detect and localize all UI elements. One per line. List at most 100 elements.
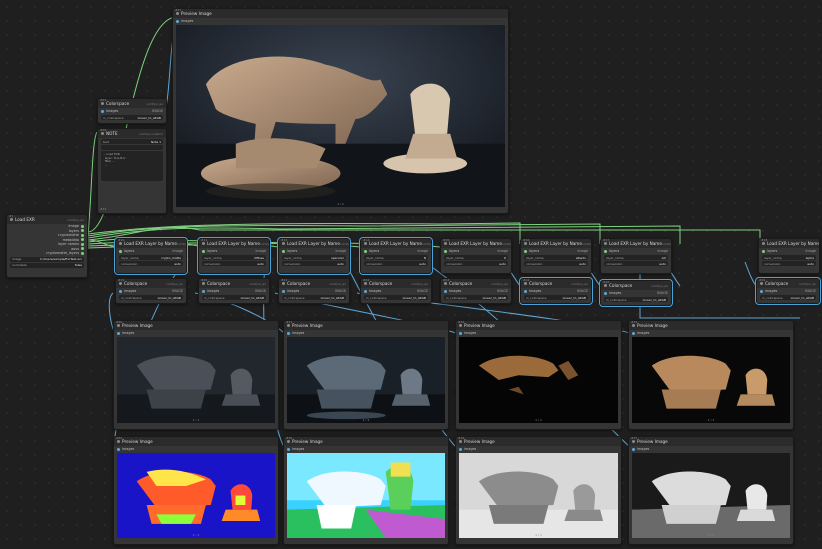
colorspace-dropdown[interactable]: in_colorspace Linear_to_sRGB — [444, 295, 508, 300]
collapse-dot-icon[interactable] — [202, 242, 205, 245]
preview-image-node-top[interactable]: #27 Preview Image images 1 / 1 — [172, 8, 509, 214]
collapse-dot-icon[interactable] — [119, 282, 122, 285]
node-header[interactable]: Preview Image — [456, 321, 621, 330]
layer-name-widget[interactable]: layer_name specular — [282, 255, 346, 260]
node-header[interactable]: Load EXR Layer by Namecomfyui_ex — [759, 239, 819, 248]
node-header[interactable]: Load EXR comfyui_ex — [7, 215, 87, 224]
conversion-widget[interactable]: conversion auto — [444, 261, 508, 266]
output-socket-icon[interactable] — [81, 251, 84, 255]
node-header[interactable]: Load EXR Layer by Namecomfyui_ex — [199, 239, 269, 248]
collapse-dot-icon[interactable] — [524, 242, 527, 245]
collapse-dot-icon[interactable] — [364, 282, 367, 285]
input-socket-icon[interactable] — [119, 289, 122, 293]
input-socket-icon[interactable] — [632, 331, 635, 335]
load-exr-layer-node[interactable]: #18Load EXR Layer by Namecomfyui_exlayer… — [758, 238, 820, 274]
node-header[interactable]: Colorspace comfyui_ex — [98, 99, 166, 108]
collapse-dot-icon[interactable] — [604, 284, 607, 287]
load-exr-layer-node[interactable]: #17Load EXR Layer by Namecomfyui_exlayer… — [600, 238, 672, 274]
collapse-dot-icon[interactable] — [202, 282, 205, 285]
colorspace-node[interactable]: #28 Colorspace comfyui_ex images IMAGE in_col… — [599, 279, 673, 307]
input-socket-icon[interactable] — [364, 289, 367, 293]
output-socket-icon[interactable] — [81, 247, 84, 251]
normalize-toggle[interactable]: normalize false — [10, 262, 84, 268]
input-socket-icon[interactable] — [444, 289, 447, 293]
input-socket-icon[interactable] — [202, 289, 205, 293]
conversion-widget[interactable]: conversion auto — [762, 261, 816, 266]
collapse-dot-icon[interactable] — [287, 440, 290, 443]
input-socket-icon[interactable] — [364, 249, 367, 253]
image-path-widget[interactable]: image C:/Users/sample/ExrTest.exr — [10, 256, 84, 262]
colorspace-node[interactable]: #20 Colorspace comfyui_ex images IMAGE in_col… — [198, 278, 270, 304]
collapse-dot-icon[interactable] — [117, 440, 120, 443]
node-header[interactable]: Colorspace comfyui_ex — [757, 279, 819, 288]
input-socket-icon[interactable] — [117, 331, 120, 335]
node-header[interactable]: Preview Image — [284, 437, 448, 446]
colorspace-node[interactable]: #29 Colorspace comfyui_ex images IMAGE in_col… — [755, 277, 821, 305]
conversion-widget[interactable]: conversion auto — [282, 261, 346, 266]
collapse-dot-icon[interactable] — [459, 324, 462, 327]
input-socket-icon[interactable] — [282, 249, 285, 253]
input-socket-icon[interactable] — [176, 19, 179, 23]
layer-name-widget[interactable]: layer_name N — [364, 255, 428, 260]
node-header[interactable]: Preview Image — [114, 321, 278, 330]
collapse-dot-icon[interactable] — [444, 242, 447, 245]
layer-name-widget[interactable]: layer_name alpha — [762, 255, 816, 260]
preview-image-node[interactable]: #35 Preview Image images 1 / 1 — [283, 436, 449, 545]
preview-image-node[interactable]: #33 Preview Image images 1 / 1 — [628, 320, 794, 430]
node-header[interactable]: Preview Image — [173, 9, 508, 18]
input-socket-icon[interactable] — [459, 331, 462, 335]
input-socket-icon[interactable] — [287, 331, 290, 335]
output-socket-icon[interactable] — [81, 224, 84, 228]
input-socket-icon[interactable] — [632, 447, 635, 451]
collapse-dot-icon[interactable] — [10, 218, 13, 221]
note-node[interactable]: #26 NOTE comfyui-custom text Note 1 ... Lo… — [97, 128, 167, 214]
input-socket-icon[interactable] — [524, 249, 527, 253]
node-header[interactable]: Colorspace comfyui_ex — [199, 279, 269, 288]
note-widget-1[interactable]: text Note 1 — [101, 139, 163, 144]
input-socket-icon[interactable] — [524, 289, 527, 293]
node-header[interactable]: Preview Image — [629, 321, 793, 330]
colorspace-dropdown[interactable]: in_colorspace Linear_to_sRGB — [119, 295, 183, 300]
collapse-dot-icon[interactable] — [176, 12, 179, 15]
node-header[interactable]: Colorspace comfyui_ex — [441, 279, 511, 288]
colorspace-node[interactable]: #23 Colorspace comfyui_ex images IMAGE in_col… — [440, 278, 512, 304]
layer-name-widget[interactable]: layer_name AO — [604, 255, 668, 260]
collapse-dot-icon[interactable] — [760, 282, 763, 285]
layer-name-widget[interactable]: layer_name Z — [444, 255, 508, 260]
colorspace-dropdown[interactable]: in_colorspace Linear_to_sRGB — [604, 297, 668, 302]
output-socket-icon[interactable] — [81, 242, 84, 246]
node-header[interactable]: Preview Image — [629, 437, 793, 446]
node-header[interactable]: Load EXR Layer by Namecomfyui_ex — [116, 239, 186, 248]
input-socket-icon[interactable] — [202, 249, 205, 253]
colorspace-dropdown[interactable]: in_colorspace Linear_to_sRGB — [364, 295, 428, 300]
input-socket-icon[interactable] — [287, 447, 290, 451]
node-header[interactable]: Preview Image — [284, 321, 448, 330]
collapse-dot-icon[interactable] — [444, 282, 447, 285]
load-exr-layer-node[interactable]: #10Load EXR Layer by Namecomfyui_exlayer… — [114, 237, 188, 275]
conversion-widget[interactable]: conversion auto — [524, 261, 588, 266]
node-header[interactable]: Load EXR Layer by Namecomfyui_ex — [521, 239, 591, 248]
collapse-dot-icon[interactable] — [101, 102, 104, 105]
node-header[interactable]: Colorspace comfyui_ex — [361, 279, 431, 288]
node-header[interactable]: NOTE comfyui-custom — [98, 129, 166, 138]
collapse-dot-icon[interactable] — [459, 440, 462, 443]
preview-image-node[interactable]: #32 Preview Image images 1 / 1 — [455, 320, 622, 430]
node-graph-canvas[interactable]: #27 Preview Image images 1 / 1 #25 Color… — [0, 0, 822, 549]
layer-name-widget[interactable]: layer_name albedo — [524, 255, 588, 260]
colorspace-node[interactable]: #22 Colorspace comfyui_ex images IMAGE in_col… — [360, 278, 432, 304]
note-widget-2[interactable] — [101, 145, 163, 150]
output-socket-icon[interactable] — [81, 229, 84, 233]
node-header[interactable]: Preview Image — [456, 437, 621, 446]
colorspace-dropdown[interactable]: in_colorspace Linear_to_sRGB — [524, 295, 588, 300]
preview-image-node[interactable]: #31 Preview Image images 1 / 1 — [283, 320, 449, 430]
output-socket-icon[interactable] — [81, 238, 84, 242]
preview-image-node[interactable]: #34 Preview Image images 1 / 1 — [113, 436, 279, 545]
colorspace-node[interactable]: #24 Colorspace comfyui_ex images IMAGE in_col… — [519, 277, 593, 305]
preview-image-node[interactable]: #37 Preview Image images 1 / 1 — [628, 436, 794, 545]
output-socket-icon[interactable] — [81, 233, 84, 237]
colorspace-dropdown[interactable]: in_colorspace Linear_to_sRGB — [202, 295, 266, 300]
input-socket-icon[interactable] — [101, 109, 104, 113]
preview-image-node[interactable]: #30 Preview Image images 1 / 1 — [113, 320, 279, 430]
input-socket-icon[interactable] — [604, 291, 607, 295]
node-header[interactable]: Colorspace comfyui_ex — [601, 281, 671, 290]
